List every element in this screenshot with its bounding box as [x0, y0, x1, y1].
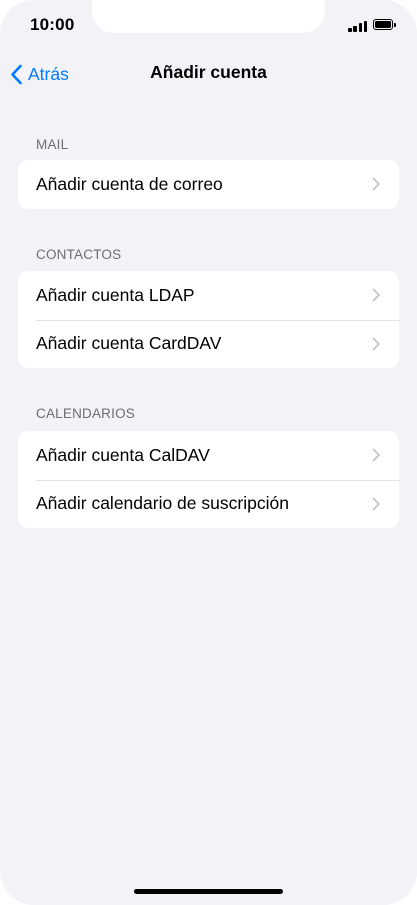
row-add-caldav-account[interactable]: Añadir cuenta CalDAV: [18, 431, 399, 480]
row-add-subscribed-calendar[interactable]: Añadir calendario de suscripción: [18, 479, 399, 529]
row-label: Añadir calendario de suscripción: [36, 493, 289, 514]
chevron-right-icon: [372, 497, 380, 511]
row-add-ldap-account[interactable]: Añadir cuenta LDAP: [18, 271, 399, 320]
row-label: Añadir cuenta de correo: [36, 173, 223, 194]
notch: [92, 0, 325, 33]
row-label: Añadir cuenta CalDAV: [36, 444, 210, 465]
chevron-right-icon: [372, 288, 380, 302]
chevron-right-icon: [372, 177, 380, 191]
section-header-contactos: CONTACTOS: [36, 247, 122, 262]
battery-icon: [373, 19, 397, 31]
group-mail: Añadir cuenta de correo: [18, 160, 399, 209]
page-title: Añadir cuenta: [150, 62, 267, 82]
home-indicator[interactable]: [134, 889, 283, 894]
signal-icon: [348, 20, 368, 32]
chevron-right-icon: [372, 448, 380, 462]
row-add-mail-account[interactable]: Añadir cuenta de correo: [18, 160, 399, 209]
chevron-right-icon: [372, 337, 380, 351]
row-add-carddav-account[interactable]: Añadir cuenta CardDAV: [18, 319, 399, 369]
row-label: Añadir cuenta CardDAV: [36, 333, 222, 354]
group-contactos: Añadir cuenta LDAP Añadir cuenta CardDAV: [18, 271, 399, 368]
row-label: Añadir cuenta LDAP: [36, 284, 195, 305]
phone-screen: 10:00 Atrás Añadir cuenta MAIL Añadir cu…: [0, 0, 417, 905]
status-time: 10:00: [30, 15, 75, 34]
section-header-mail: MAIL: [36, 137, 69, 152]
group-calendarios: Añadir cuenta CalDAV Añadir calendario d…: [18, 431, 399, 528]
section-header-calendarios: CALENDARIOS: [36, 406, 135, 421]
